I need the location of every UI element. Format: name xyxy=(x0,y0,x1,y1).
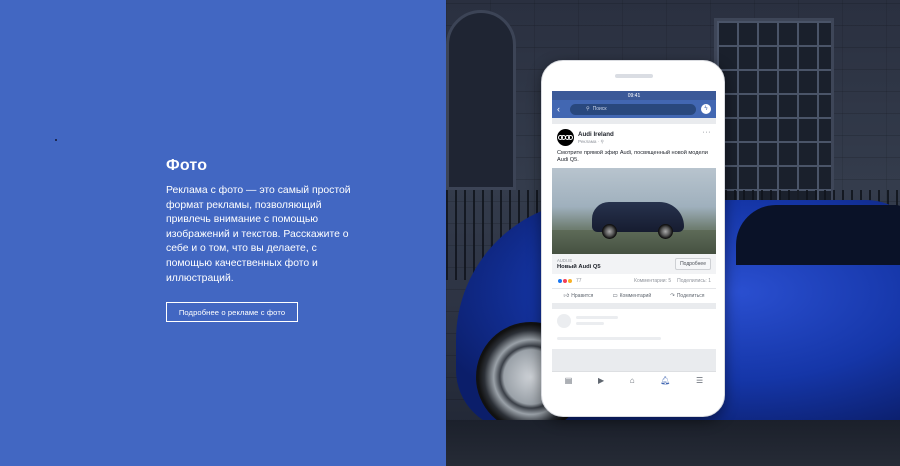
status-bar: 09:41 xyxy=(552,91,716,100)
like-button[interactable]: 👍︎ Нравится xyxy=(564,293,594,299)
menu-icon[interactable]: ☰ xyxy=(696,376,703,385)
search-icon: ⚲ xyxy=(586,106,590,112)
sponsored-label: Реклама · ⚲ xyxy=(578,139,604,144)
doorway-arch xyxy=(446,10,516,190)
car-window xyxy=(736,205,900,265)
messenger-icon[interactable]: ϟ xyxy=(701,104,711,114)
phone-speaker xyxy=(615,74,653,78)
post-actions: 👍︎ Нравится ▭ Комментарий ↷ Поделиться xyxy=(552,287,716,303)
building-window xyxy=(714,18,834,218)
search-placeholder: Поиск xyxy=(592,106,607,112)
placeholder-line xyxy=(576,315,618,319)
bottom-tab-bar: ▤ ▶ ⌂ 🔔︎ ☰ xyxy=(552,371,716,389)
video-icon[interactable]: ▶ xyxy=(598,376,604,385)
learn-more-button[interactable]: Подробнее о рекламе с фото xyxy=(166,302,298,322)
ad-image[interactable] xyxy=(552,167,716,254)
decorative-dot xyxy=(55,139,57,141)
comment-label: Комментарий xyxy=(619,292,652,299)
phone-mockup: 09:41 ‹ ⚲ Поиск ϟ Audi Ireland Реклама ·… xyxy=(541,60,725,417)
ad-image-rocks xyxy=(552,229,716,254)
share-icon: ↷ xyxy=(670,292,675,299)
comment-count[interactable]: Комментарии: 5 xyxy=(634,278,671,284)
news-feed-icon[interactable]: ▤ xyxy=(565,376,573,385)
reaction-count[interactable]: 77 xyxy=(576,278,582,284)
app-navbar: ‹ ⚲ Поиск ϟ xyxy=(552,100,716,118)
post-text: Смотрите прямой эфир Audi, посвященный н… xyxy=(557,150,708,164)
share-label: Поделиться xyxy=(676,292,705,299)
loading-post-placeholder xyxy=(552,308,716,349)
like-label: Нравится xyxy=(571,292,594,299)
avatar[interactable] xyxy=(557,129,574,146)
hero-panel: Фото Реклама с фото — это самый простой … xyxy=(0,0,446,466)
phone-screen: 09:41 ‹ ⚲ Поиск ϟ Audi Ireland Реклама ·… xyxy=(552,91,716,389)
audi-rings-icon xyxy=(557,135,574,140)
post-header: Audi Ireland Реклама · ⚲ ··· xyxy=(552,129,716,146)
page-title: Фото xyxy=(166,157,208,174)
ad-domain: AUDI.IE xyxy=(557,257,573,263)
wow-reaction-icon xyxy=(567,277,573,284)
placeholder-line xyxy=(576,321,604,325)
status-time: 09:41 xyxy=(627,92,641,99)
reactions-bar: 77 Комментарии: 5 Поделились: 1 xyxy=(552,274,716,288)
ad-headline: Новый Audi Q5 xyxy=(557,263,601,270)
share-button[interactable]: ↷ Поделиться xyxy=(670,293,704,299)
search-input[interactable]: ⚲ Поиск xyxy=(570,103,696,115)
ad-image-wheel xyxy=(602,223,617,239)
comment-icon: ▭ xyxy=(612,292,618,299)
share-count[interactable]: Поделились: 1 xyxy=(677,278,711,284)
ad-learn-more-button[interactable]: Подробнее xyxy=(675,257,711,270)
hero-description: Реклама с фото — это самый простой форма… xyxy=(166,185,351,284)
ad-image-wheel xyxy=(658,223,673,239)
ad-post: Audi Ireland Реклама · ⚲ ··· Смотрите пр… xyxy=(552,124,716,303)
placeholder-avatar xyxy=(557,313,571,328)
page-name[interactable]: Audi Ireland xyxy=(578,131,614,138)
thumbs-up-icon: 👍︎ xyxy=(563,292,570,299)
back-icon[interactable]: ‹ xyxy=(557,104,565,114)
ground xyxy=(446,420,900,466)
ad-footer: AUDI.IE Новый Audi Q5 Подробнее xyxy=(552,253,716,274)
placeholder-line xyxy=(557,336,661,340)
notifications-bell-icon[interactable]: 🔔︎ xyxy=(660,376,670,385)
more-options-icon[interactable]: ··· xyxy=(703,129,712,136)
reaction-icons xyxy=(557,277,573,284)
comment-button[interactable]: ▭ Комментарий xyxy=(612,293,651,299)
marketplace-icon[interactable]: ⌂ xyxy=(630,376,635,385)
